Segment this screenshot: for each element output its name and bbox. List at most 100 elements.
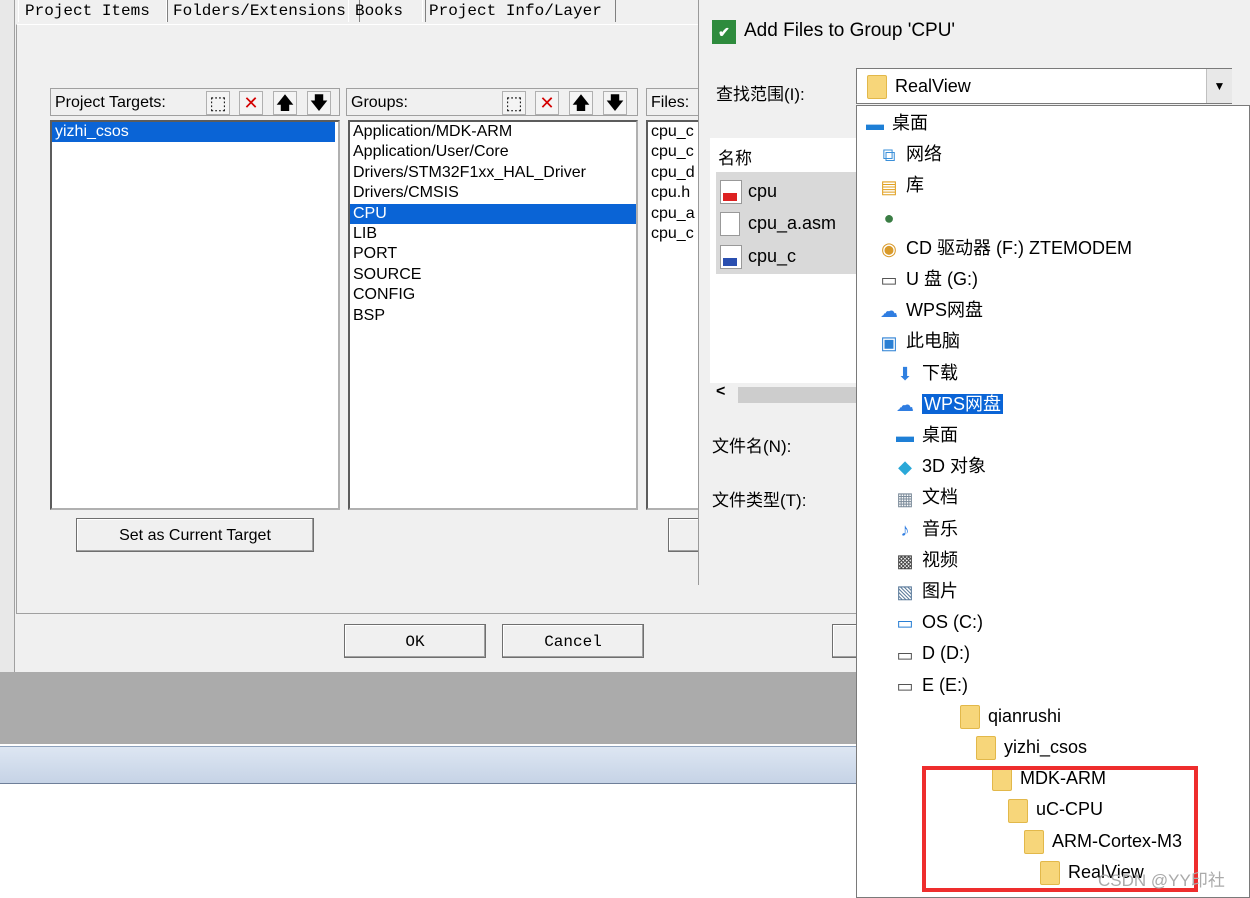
group-item[interactable]: Application/User/Core <box>350 142 636 162</box>
library-icon: ▤ <box>880 176 898 197</box>
desktop-icon: ▬ <box>896 426 914 447</box>
tab-folders-extensions[interactable]: Folders/Extensions <box>166 0 360 22</box>
group-item[interactable]: LIB <box>350 224 636 244</box>
look-in-combo[interactable]: RealView <box>856 68 1232 104</box>
video-icon: ▩ <box>896 551 914 572</box>
cloud-icon: ☁ <box>896 395 914 416</box>
project-targets-list[interactable]: yizhi_csos <box>50 120 340 510</box>
file-item[interactable]: cpu_a <box>648 204 704 224</box>
dropdown-item[interactable]: ▭ U 盘 (G:) <box>876 264 978 294</box>
dropdown-item-label: 图片 <box>922 581 958 601</box>
scroll-thumb[interactable] <box>738 387 858 403</box>
user-icon: ● <box>883 207 895 228</box>
dropdown-item-label: 3D 对象 <box>922 456 987 477</box>
dropdown-item[interactable]: ◉ CD 驱动器 (F:) ZTEMODEM <box>876 233 1132 263</box>
group-item[interactable]: SOURCE <box>350 265 636 285</box>
dropdown-item[interactable]: ● <box>876 202 906 232</box>
dropdown-item-label: 文档 <box>922 487 958 508</box>
network-icon: ⧉ <box>882 145 896 166</box>
3d-objects-icon: ◆ <box>898 457 912 478</box>
file-entry[interactable]: cpu_c <box>720 241 796 271</box>
set-current-target-button[interactable]: Set as Current Target <box>76 518 314 552</box>
dropdown-item[interactable]: ▬ 桌面 <box>892 420 958 450</box>
dropdown-item[interactable]: ⬇ 下载 <box>892 358 958 388</box>
dropdown-item[interactable]: ▣ 此电脑 <box>876 326 960 356</box>
dropdown-item[interactable]: ▬ 桌面 <box>862 108 928 138</box>
files-list[interactable]: cpu_c cpu_c cpu_d cpu.h cpu_a cpu_c <box>646 120 706 510</box>
dropdown-item-label: 此电脑 <box>906 331 960 352</box>
scroll-left-icon[interactable]: < <box>716 383 725 401</box>
group-item[interactable]: Drivers/STM32F1xx_HAL_Driver <box>350 163 636 183</box>
files-header: Files: <box>646 88 706 116</box>
download-icon: ⬇ <box>897 363 913 384</box>
dropdown-item[interactable]: yizhi_csos <box>976 732 1087 762</box>
project-targets-header: Project Targets: ⬚ ✕ 🡅 🡇 <box>50 88 340 116</box>
move-down-icon[interactable]: 🡇 <box>307 91 331 115</box>
file-item[interactable]: cpu_d <box>648 163 704 183</box>
dropdown-item[interactable]: ▭ D (D:) <box>892 638 970 668</box>
group-item[interactable]: Application/MDK-ARM <box>350 122 636 142</box>
dropdown-item-label: OS (C:) <box>922 612 983 633</box>
group-down-icon[interactable]: 🡇 <box>603 91 627 115</box>
file-item[interactable]: cpu_c <box>648 142 704 162</box>
dropdown-item[interactable]: ▭ OS (C:) <box>892 607 983 637</box>
keil-app-icon: ✔ <box>712 20 736 44</box>
move-up-icon[interactable]: 🡅 <box>273 91 297 115</box>
dropdown-item-label: 桌面 <box>922 425 958 445</box>
file-entry[interactable]: cpu_a.asm <box>720 208 836 238</box>
group-item[interactable]: CONFIG <box>350 285 636 305</box>
dropdown-item[interactable]: ▦ 文档 <box>892 482 958 512</box>
tab-project-items[interactable]: Project Items <box>18 0 168 22</box>
dropdown-item-label: yizhi_csos <box>1004 737 1088 757</box>
dialog-left-edge <box>0 0 15 672</box>
dropdown-item-label: 库 <box>906 175 924 196</box>
dropdown-item-label: 下载 <box>922 362 958 383</box>
dropdown-item-label: E (E:) <box>922 674 969 695</box>
group-item[interactable]: PORT <box>350 244 636 264</box>
dropdown-item[interactable]: ♪ 音乐 <box>892 514 959 544</box>
group-up-icon[interactable]: 🡅 <box>569 91 593 115</box>
look-in-value: RealView <box>895 76 971 96</box>
delete-group-icon[interactable]: ✕ <box>535 91 559 115</box>
folder-icon <box>867 75 887 100</box>
dropdown-item[interactable]: ▤ 库 <box>876 170 924 200</box>
groups-list[interactable]: Application/MDK-ARM Application/User/Cor… <box>348 120 638 510</box>
dropdown-item[interactable]: ☁ WPS网盘 <box>892 389 1004 419</box>
dropdown-item[interactable]: ◆ 3D 对象 <box>892 451 986 481</box>
group-item[interactable]: BSP <box>350 306 636 326</box>
dropdown-item-label: U 盘 (G:) <box>906 269 978 289</box>
name-column-header[interactable]: 名称 <box>718 144 752 169</box>
dropdown-item[interactable]: ▧ 图片 <box>892 576 958 606</box>
file-item[interactable]: cpu.h <box>648 183 704 203</box>
group-item[interactable]: Drivers/CMSIS <box>350 183 636 203</box>
tab-bar: Project Items Folders/Extensions Books P… <box>18 0 618 24</box>
pictures-icon: ▧ <box>896 582 914 603</box>
delete-target-icon[interactable]: ✕ <box>239 91 263 115</box>
dropdown-item[interactable]: qianrushi <box>960 701 1061 731</box>
project-targets-label: Project Targets: <box>55 94 166 111</box>
file-item[interactable]: cpu_c <box>648 122 704 142</box>
dropdown-item-label: 桌面 <box>892 113 928 133</box>
tab-books[interactable]: Books <box>348 0 426 22</box>
group-item-selected[interactable]: CPU <box>350 203 636 224</box>
new-group-icon[interactable]: ⬚ <box>502 91 526 115</box>
file-entry[interactable]: cpu <box>720 176 777 206</box>
computer-icon: ▣ <box>880 332 898 353</box>
dropdown-item-label: qianrushi <box>988 705 1062 726</box>
horizontal-scrollbar[interactable]: < <box>710 383 858 407</box>
target-item[interactable]: yizhi_csos <box>52 122 335 143</box>
asm-file-icon <box>720 212 740 237</box>
new-target-icon[interactable]: ⬚ <box>206 91 230 115</box>
chevron-down-icon[interactable]: ▼ <box>1206 69 1232 103</box>
drive-icon: ▭ <box>896 644 914 665</box>
dropdown-item[interactable]: ▩ 视频 <box>892 545 958 575</box>
ok-button[interactable]: OK <box>344 624 486 658</box>
file-item[interactable]: cpu_c <box>648 224 704 244</box>
dropdown-item[interactable]: ⧉ 网络 <box>876 139 942 169</box>
dropdown-item[interactable]: ▭ E (E:) <box>892 670 968 700</box>
tab-project-info-layer[interactable]: Project Info/Layer <box>422 0 616 22</box>
groups-label: Groups: <box>351 94 408 111</box>
dropdown-item[interactable]: ☁ WPS网盘 <box>876 295 983 325</box>
cancel-button[interactable]: Cancel <box>502 624 644 658</box>
file-type-label: 文件类型(T): <box>712 491 807 510</box>
